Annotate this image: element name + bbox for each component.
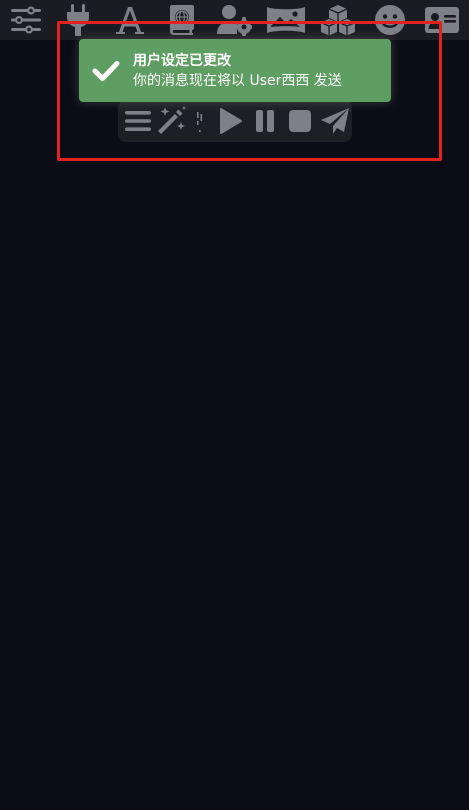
toast-message: 你的消息现在将以 User西西 发送 [133,72,342,89]
pause-icon[interactable] [248,100,283,142]
cubes-icon[interactable] [312,0,364,40]
stop-icon[interactable] [282,100,317,142]
drag-handle-icon[interactable] [188,100,213,142]
magic-wand-icon[interactable] [155,100,188,142]
play-icon[interactable] [213,100,248,142]
font-icon[interactable] [104,0,156,40]
sliders-icon[interactable] [0,0,52,40]
top-toolbar [0,0,469,40]
app-root: 用户设定已更改 你的消息现在将以 User西西 发送 [0,0,469,810]
smile-icon[interactable] [364,0,416,40]
send-icon[interactable] [317,100,352,142]
menu-icon[interactable] [122,100,155,142]
image-panorama-icon[interactable] [260,0,312,40]
id-card-icon[interactable] [416,0,468,40]
user-gear-icon[interactable] [208,0,260,40]
toast-content: 用户设定已更改 你的消息现在将以 User西西 发送 [133,51,342,91]
quick-action-bar [118,100,352,142]
toast-title: 用户设定已更改 [133,52,231,69]
book-atlas-icon[interactable] [156,0,208,40]
plug-icon[interactable] [52,0,104,40]
toast-notification: 用户设定已更改 你的消息现在将以 User西西 发送 [79,39,391,102]
check-icon [79,39,133,102]
